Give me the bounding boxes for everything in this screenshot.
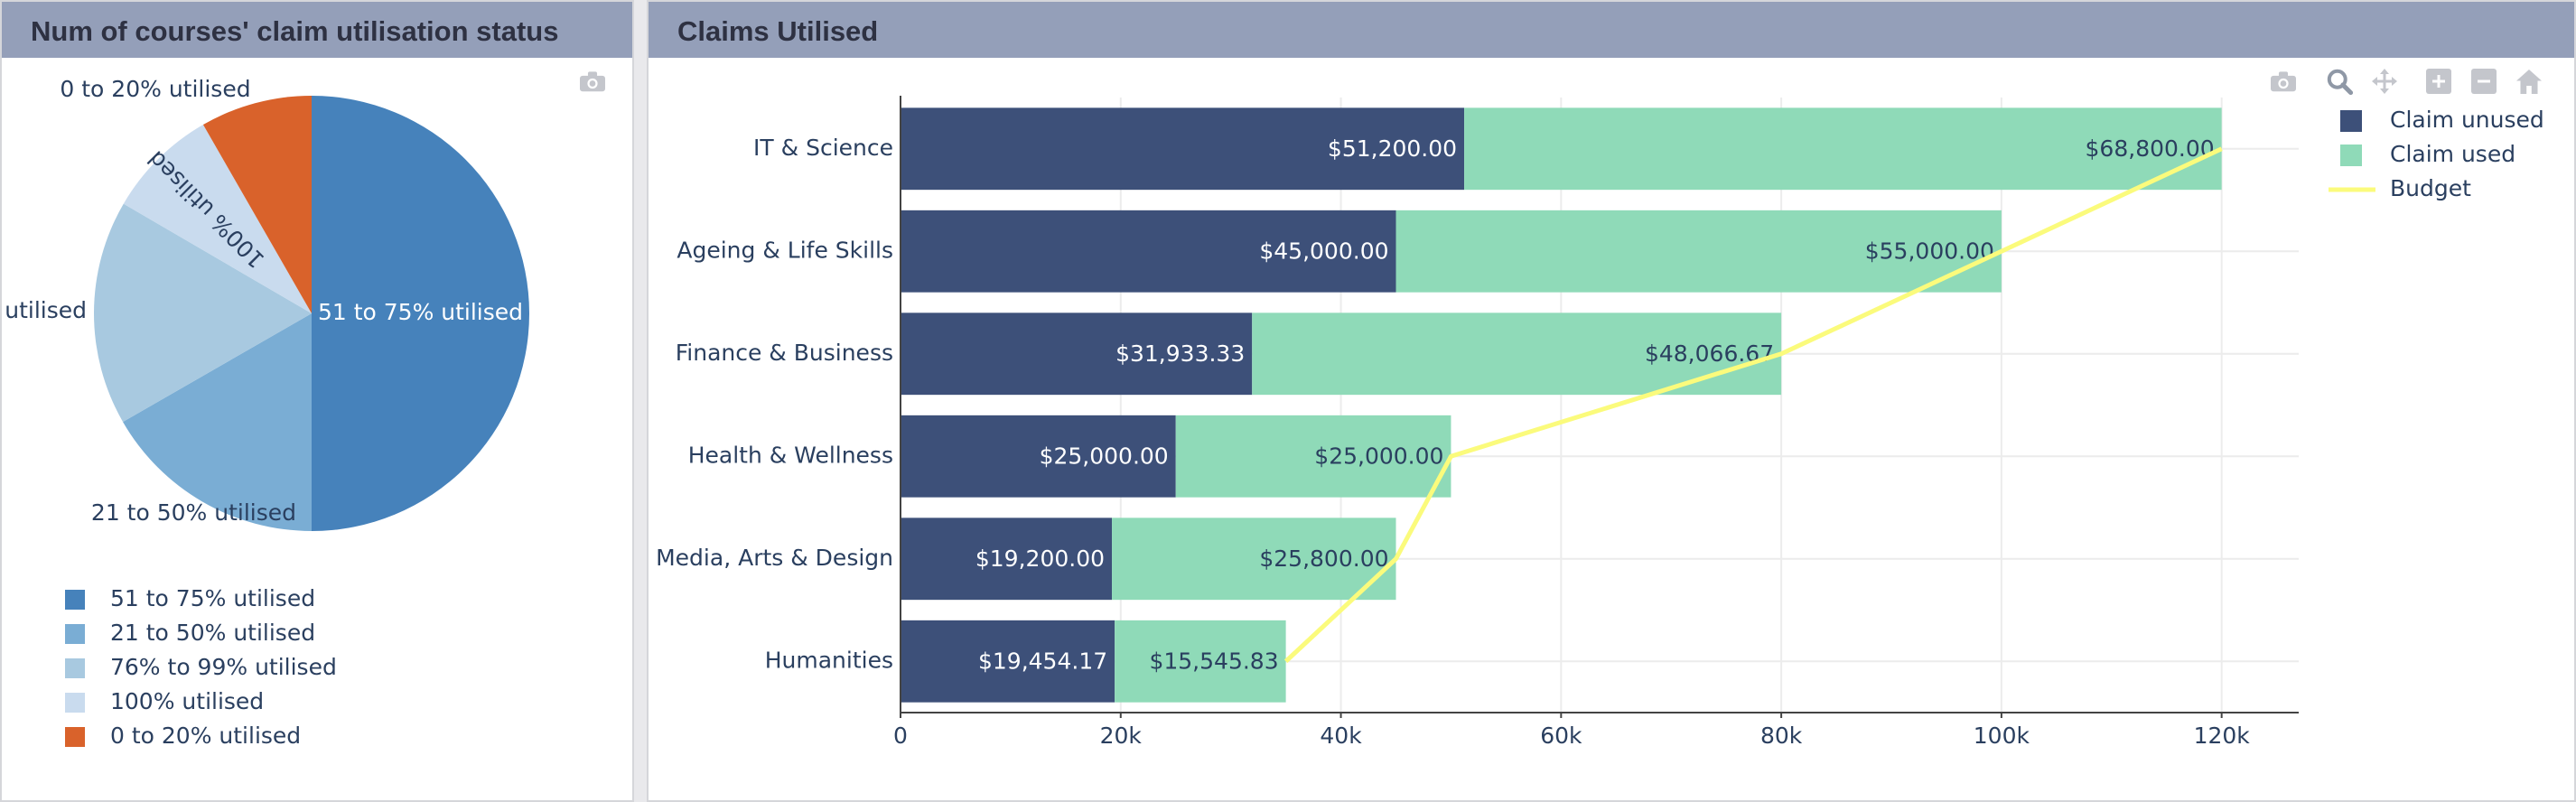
pie-panel: Num of courses' claim utilisation status…	[0, 0, 634, 802]
bar-legend-item[interactable]: Claim unused	[2340, 107, 2544, 133]
bar-value-label: $55,000.00	[1865, 238, 1994, 264]
x-tick-label: 100k	[1974, 723, 2030, 749]
pie-legend-label: 100% utilised	[110, 688, 264, 714]
pie-legend-item[interactable]: 76% to 99% utilised	[65, 654, 337, 680]
legend-swatch	[65, 624, 85, 644]
legend-swatch	[65, 727, 85, 747]
pie-legend-item[interactable]: 0 to 20% utilised	[65, 723, 301, 749]
pie-slice-label: 76% to 99% utilised	[2, 297, 87, 323]
bar-value-label: $51,200.00	[1328, 135, 1457, 162]
y-tick-label: Humanities	[765, 647, 893, 673]
bar-value-label: $68,800.00	[2086, 135, 2215, 162]
x-tick-label: 120k	[2194, 723, 2251, 749]
camera-icon[interactable]	[2267, 65, 2300, 98]
pie-legend-item[interactable]: 100% utilised	[65, 688, 264, 714]
bar-legend-item[interactable]: Budget	[2329, 175, 2471, 201]
home-icon[interactable]	[2513, 65, 2545, 98]
zoom-in-icon[interactable]	[2422, 65, 2455, 98]
pan-icon[interactable]	[2368, 65, 2401, 98]
pie-slice-label: 21 to 50% utilised	[91, 499, 296, 526]
bar-legend-label: Budget	[2390, 175, 2471, 201]
pie-legend-item[interactable]: 21 to 50% utilised	[65, 620, 315, 646]
pie-legend-label: 76% to 99% utilised	[110, 654, 337, 680]
bar-value-label: $15,545.83	[1149, 648, 1278, 674]
bar-value-label: $45,000.00	[1259, 238, 1388, 264]
x-tick-label: 60k	[1540, 723, 1582, 749]
legend-swatch	[2340, 145, 2362, 166]
y-tick-label: IT & Science	[753, 135, 893, 161]
x-tick-label: 20k	[1100, 723, 1143, 749]
legend-swatch	[65, 693, 85, 713]
x-tick-label: 80k	[1760, 723, 1803, 749]
bar-value-label: $31,933.33	[1115, 340, 1245, 367]
y-tick-label: Media, Arts & Design	[656, 545, 893, 571]
bar-panel: Claims Utilised $51,200.00 $68,800.00 IT &…	[647, 0, 2576, 802]
legend-swatch	[65, 658, 85, 678]
pie-legend-label: 21 to 50% utilised	[110, 620, 315, 646]
bar-legend-label: Claim used	[2390, 141, 2515, 167]
pie-legend-item[interactable]: 51 to 75% utilised	[65, 585, 315, 611]
zoom-out-icon[interactable]	[2468, 65, 2500, 98]
bar-chart: $51,200.00 $68,800.00 IT & Science $45,000.…	[656, 65, 2545, 749]
bar-value-label: $25,000.00	[1314, 443, 1443, 469]
pie-legend-label: 51 to 75% utilised	[110, 585, 315, 611]
pie-chart: 51 to 75% utilised 21 to 50% utilised 76% …	[2, 65, 609, 749]
pie-slice-label: 51 to 75% utilised	[318, 299, 523, 325]
bar-value-label: $25,000.00	[1040, 443, 1169, 469]
y-tick-label: Finance & Business	[676, 340, 893, 366]
zoom-icon[interactable]	[2323, 65, 2356, 98]
pie-panel-title: Num of courses' claim utilisation status	[2, 2, 632, 58]
pie-legend-label: 0 to 20% utilised	[110, 723, 301, 749]
y-tick-label: Ageing & Life Skills	[677, 237, 893, 263]
camera-icon[interactable]	[576, 65, 609, 98]
bar-value-label: $19,200.00	[975, 546, 1105, 572]
pie-slice-label: 0 to 20% utilised	[60, 76, 250, 102]
bar-legend-label: Claim unused	[2390, 107, 2544, 133]
bar-value-label: $25,800.00	[1259, 546, 1388, 572]
x-tick-label: 0	[893, 723, 908, 749]
legend-swatch	[65, 590, 85, 610]
x-tick-label: 40k	[1320, 723, 1362, 749]
bar-legend-item[interactable]: Claim used	[2340, 141, 2515, 167]
legend-swatch	[2340, 110, 2362, 132]
bar-panel-title: Claims Utilised	[649, 2, 2574, 58]
bar-value-label: $19,454.17	[978, 648, 1107, 674]
y-tick-label: Health & Wellness	[688, 442, 893, 468]
